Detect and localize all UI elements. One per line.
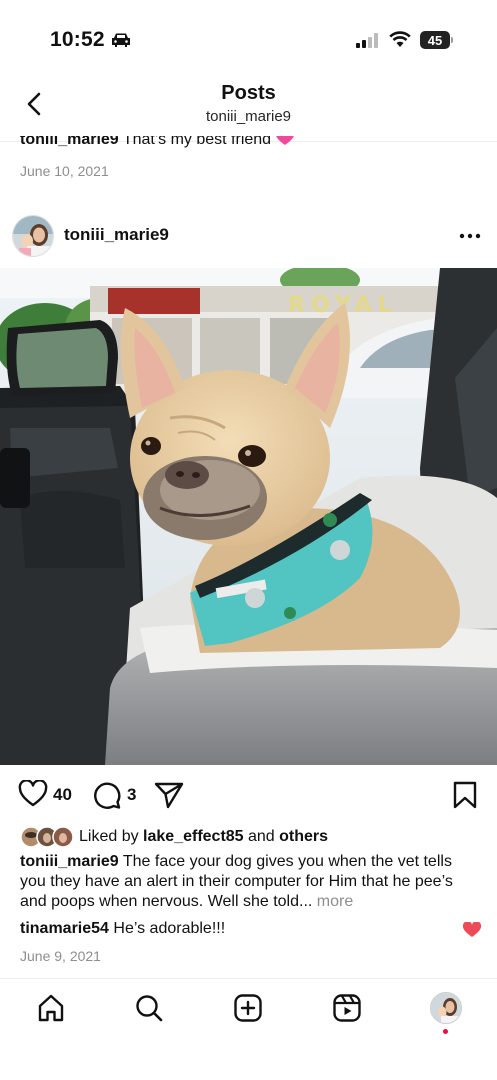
previous-post-caption: toniii_marie9 That’s my best friend [20, 136, 490, 156]
post-header: toniii_marie9 [0, 210, 497, 262]
profile-avatar[interactable] [430, 992, 462, 1024]
liked-by-row[interactable]: Liked by lake_effect85 and others [20, 826, 490, 848]
status-time: 10:52 [50, 28, 105, 51]
wifi-icon [389, 31, 411, 47]
post-username[interactable]: toniii_marie9 [64, 225, 169, 245]
bookmark-icon[interactable] [452, 781, 478, 809]
comment-bubble-icon[interactable] [92, 780, 122, 810]
liked-by-text: Liked by lake_effect85 and others [79, 828, 328, 846]
comments-count[interactable]: 3 [127, 785, 136, 805]
status-bar: 10:52 45 [0, 0, 497, 80]
likes-count[interactable]: 40 [53, 785, 72, 805]
liked-by-and: and [243, 828, 280, 845]
reels-icon[interactable] [332, 993, 362, 1023]
post-date: June 9, 2021 [20, 948, 101, 964]
home-icon[interactable] [36, 993, 66, 1023]
battery-cap [451, 37, 453, 43]
paper-plane-icon[interactable] [154, 781, 184, 809]
battery-indicator: 45 [420, 31, 450, 49]
page-title: Posts [221, 82, 276, 104]
liked-by-avatars [20, 826, 74, 848]
create-plus-icon[interactable] [233, 993, 263, 1023]
comment-row: tinamarie54 He’s adorable!!! [20, 920, 225, 938]
previous-post-date: June 10, 2021 [20, 163, 109, 179]
comment-text: He’s adorable!!! [108, 920, 226, 937]
comment-username[interactable]: tinamarie54 [20, 920, 109, 937]
liked-by-others[interactable]: others [279, 828, 328, 845]
caption-more-link[interactable]: more [312, 893, 353, 910]
comment-like-heart-icon[interactable] [463, 922, 481, 938]
search-icon[interactable] [134, 993, 164, 1023]
ellipsis-icon[interactable] [456, 226, 484, 246]
post-caption: toniii_marie9 The face your dog gives yo… [20, 852, 482, 912]
pink-heart-icon [275, 136, 294, 145]
bottom-nav [0, 978, 497, 1080]
liked-by-user[interactable]: lake_effect85 [143, 828, 244, 845]
cellular-signal-icon [356, 33, 378, 48]
page-subtitle[interactable]: toniii_marie9 [0, 108, 497, 125]
car-icon [112, 33, 130, 47]
caption-username[interactable]: toniii_marie9 [20, 853, 119, 870]
top-header: Posts toniii_marie9 [0, 80, 497, 142]
notification-dot [443, 1029, 448, 1034]
post-user-avatar[interactable] [12, 215, 54, 257]
liked-by-prefix: Liked by [79, 828, 144, 845]
post-actions: 40 3 [0, 778, 497, 812]
previous-post-username[interactable]: toniii_marie9 [20, 136, 119, 148]
heart-icon[interactable] [18, 780, 48, 808]
post-photo[interactable]: ROYAL [0, 268, 497, 765]
previous-post-caption-text: That’s my best friend [122, 136, 272, 148]
